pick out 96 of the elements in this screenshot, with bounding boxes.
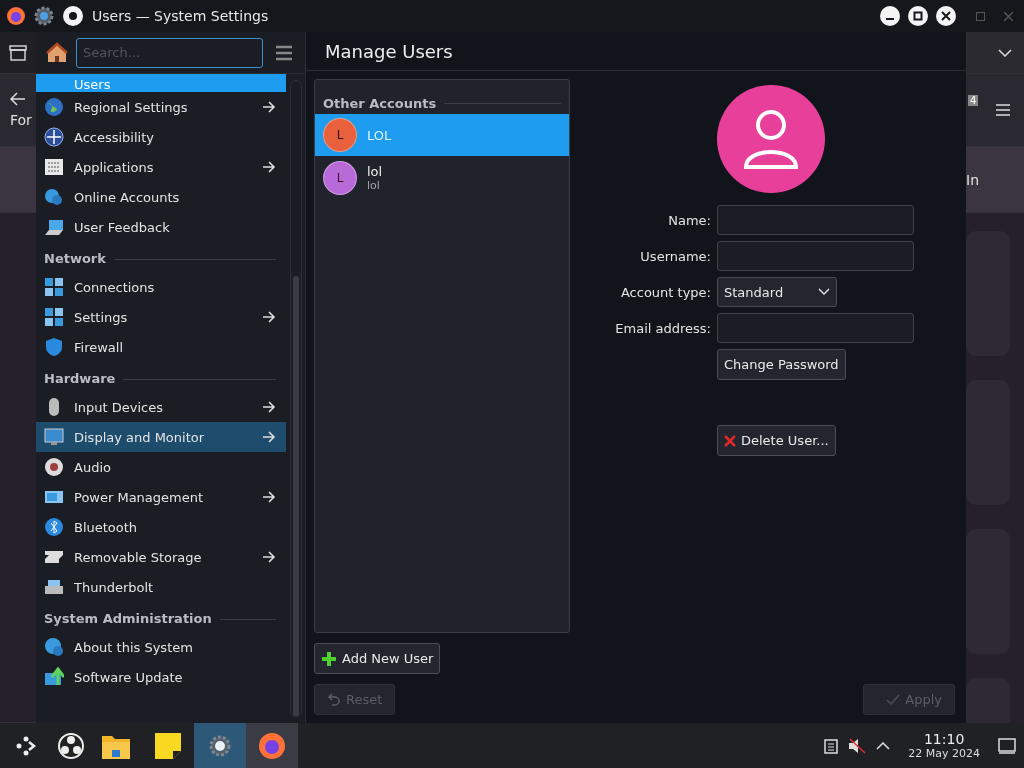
sidebar-item[interactable]: Firewall xyxy=(36,332,286,362)
sidebar-item[interactable]: Audio xyxy=(36,452,286,482)
avatar: L xyxy=(323,118,357,152)
network-icon xyxy=(44,307,64,327)
check-icon xyxy=(886,693,901,706)
add-user-button[interactable]: Add New User xyxy=(314,643,441,674)
arrow-right-icon xyxy=(262,311,276,323)
sidebar-item[interactable]: Online Accounts xyxy=(36,182,286,212)
account-type-dropdown[interactable]: Standard xyxy=(717,277,837,307)
note-icon xyxy=(154,731,182,760)
minimize-icon xyxy=(886,18,894,20)
undo-icon xyxy=(327,692,341,707)
arrow-right-icon xyxy=(262,401,276,413)
sidebar-item[interactable]: Settings xyxy=(36,302,286,332)
section-heading: System Administration xyxy=(44,611,212,626)
sidebar-item[interactable]: Display and Monitor xyxy=(36,422,286,452)
sidebar-item[interactable]: Software Update xyxy=(36,662,286,692)
page-title: Manage Users xyxy=(325,40,453,62)
field-label: Username: xyxy=(640,248,711,264)
section-heading: Other Accounts xyxy=(323,95,437,111)
circle-icon xyxy=(57,731,85,760)
sidebar-item[interactable]: Regional Settings xyxy=(36,92,286,122)
gear-icon xyxy=(34,6,54,26)
minimize-button[interactable] xyxy=(880,6,900,26)
drive-icon xyxy=(44,577,64,597)
maximize-button[interactable] xyxy=(908,6,928,26)
desktop-icon xyxy=(998,737,1016,754)
avatar: L xyxy=(323,161,357,195)
network-icon xyxy=(44,277,64,297)
arrow-right-icon xyxy=(262,101,276,113)
chevron-down-icon xyxy=(998,48,1012,57)
sidebar-item[interactable]: Connections xyxy=(36,272,286,302)
x-icon xyxy=(724,434,736,447)
clock-date[interactable]: 22 May 2024 xyxy=(908,747,980,760)
input-field[interactable] xyxy=(717,241,914,271)
chevron-down-icon xyxy=(818,288,830,296)
field-label: Email address: xyxy=(615,320,711,336)
page-text: For xyxy=(10,112,32,128)
sidebar-item[interactable]: Accessibility xyxy=(36,122,286,152)
arrow-right-icon xyxy=(262,161,276,173)
sidebar-item[interactable]: Bluetooth xyxy=(36,512,286,542)
sidebar-item[interactable]: Removable Storage xyxy=(36,542,286,572)
back-arrow-icon xyxy=(10,92,26,106)
sidebar-item[interactable]: User Feedback xyxy=(36,212,286,242)
arrow-right-icon xyxy=(262,491,276,503)
menu-icon xyxy=(996,104,1010,116)
section-heading: Network xyxy=(44,251,106,266)
page-text: In xyxy=(966,171,979,188)
firefox-icon xyxy=(6,6,26,26)
delete-user-button[interactable]: Delete User... xyxy=(717,425,836,456)
account-item[interactable]: L LOL xyxy=(315,114,569,156)
archive-icon xyxy=(9,44,27,61)
house-icon xyxy=(46,41,68,64)
window-title: Users — System Settings xyxy=(92,8,270,24)
cloud-icon xyxy=(44,187,64,207)
plus-icon xyxy=(321,650,337,667)
clock-time[interactable]: 11:10 xyxy=(923,731,965,747)
menu-icon xyxy=(275,44,293,61)
maximize-icon xyxy=(913,11,923,21)
input-field[interactable] xyxy=(717,205,914,235)
update-icon xyxy=(44,667,64,687)
change-password-button[interactable]: Change Password xyxy=(717,349,846,380)
section-heading: Hardware xyxy=(44,371,116,386)
app-icon xyxy=(62,5,84,27)
search-field[interactable]: Search... xyxy=(76,37,263,68)
laptop-icon xyxy=(44,217,64,237)
sidebar-item[interactable]: Applications xyxy=(36,152,286,182)
shield-icon xyxy=(44,337,64,357)
bluetooth-icon xyxy=(44,517,64,537)
input-field[interactable] xyxy=(717,313,914,343)
taskbar-button[interactable] xyxy=(194,723,246,768)
speaker-icon xyxy=(44,457,64,477)
close-icon xyxy=(1003,11,1013,21)
sidebar-item[interactable]: About this System xyxy=(36,632,286,662)
sidebar-item[interactable]: Input Devices xyxy=(36,392,286,422)
close-button[interactable] xyxy=(936,6,956,26)
close-icon xyxy=(941,11,951,21)
arrow-right-icon xyxy=(262,551,276,563)
grid-icon xyxy=(44,157,64,177)
notification-badge: 4 xyxy=(968,95,979,106)
field-label: Account type: xyxy=(620,284,711,300)
chevron-up-icon xyxy=(876,741,891,750)
account-item[interactable]: L lol lol xyxy=(315,156,569,200)
sidebar-item[interactable]: Thunderbolt xyxy=(36,572,286,602)
firefox-icon xyxy=(257,730,287,761)
gear-icon xyxy=(208,733,232,758)
globe-icon xyxy=(44,97,64,117)
person-icon xyxy=(743,109,799,169)
field-label: Name: xyxy=(668,212,711,228)
maximize-icon xyxy=(975,11,985,21)
sidebar-item[interactable]: Power Management xyxy=(36,482,286,512)
muted-speaker-icon xyxy=(848,737,867,754)
monitor-icon xyxy=(44,427,64,447)
compass-icon xyxy=(44,127,64,147)
arrow-right-icon xyxy=(262,431,276,443)
clipboard-icon xyxy=(824,737,839,754)
